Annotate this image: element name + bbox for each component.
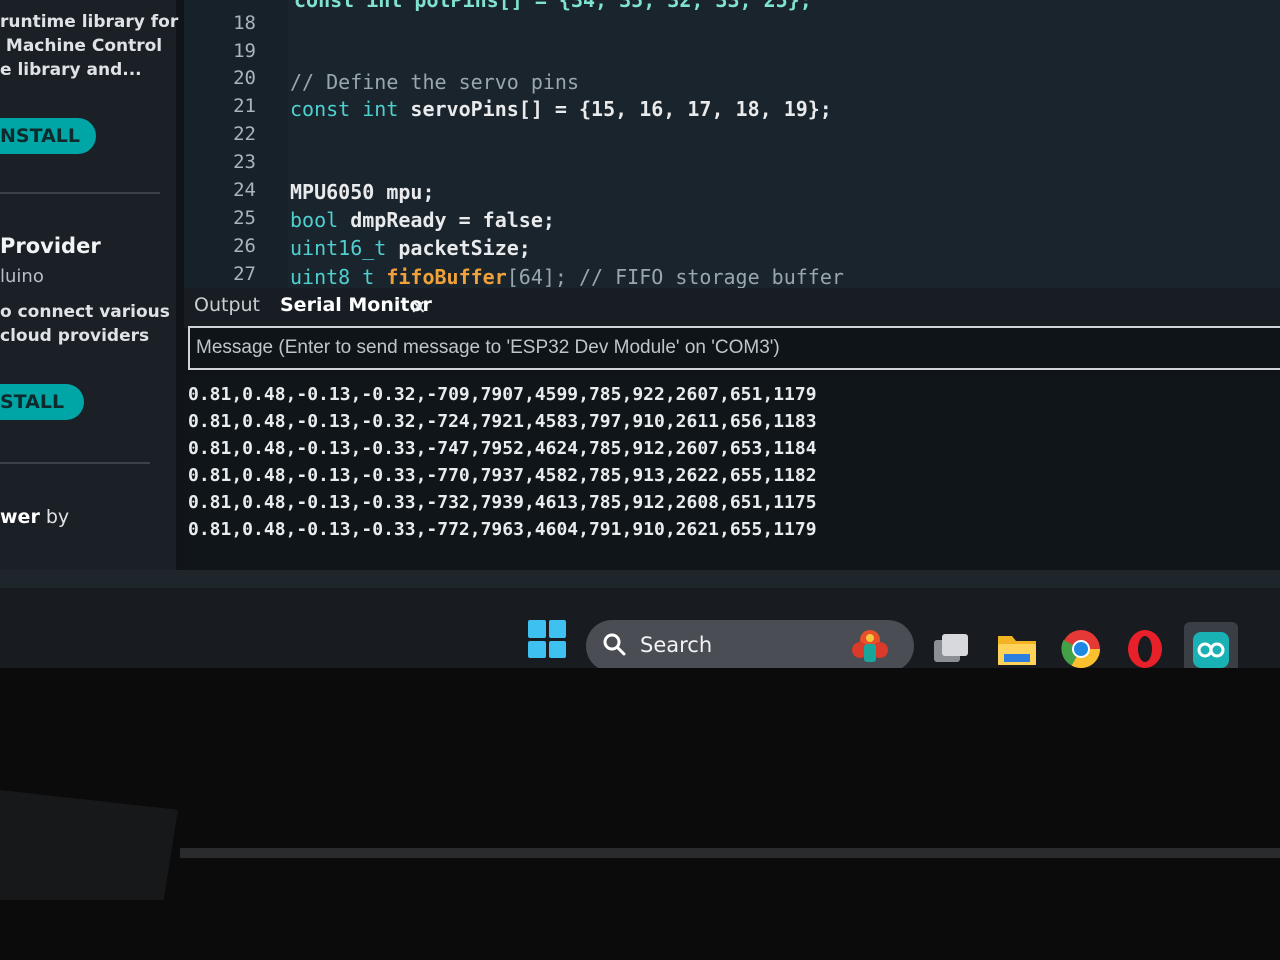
code-text: servoPins[] = {15, 16, 17, 18, 19}; (398, 97, 832, 121)
library-author-name: wer (0, 506, 40, 528)
code-line-20: // Define the servo pins (290, 70, 579, 94)
status-bar (0, 570, 1280, 588)
code-line-26: uint16_t packetSize; (290, 236, 531, 260)
line-number: 19 (233, 40, 256, 62)
code-keyword: uint16_t (290, 236, 387, 260)
code-line-25: bool dmpReady = false; (290, 208, 555, 232)
line-number: 18 (233, 12, 256, 34)
chrome-icon[interactable] (1060, 628, 1102, 670)
library-manager-sidebar: runtime library for Machine Control e li… (0, 0, 179, 580)
code-line-18: const int potPins[] = {34, 35, 32, 33, 2… (294, 0, 812, 12)
line-number: 22 (233, 123, 256, 145)
arduino-ide-icon (1193, 632, 1229, 668)
line-number: 23 (233, 151, 256, 173)
search-icon (603, 633, 626, 656)
divider (0, 192, 160, 194)
serial-output-line: 0.81,0.48,-0.13,-0.32,-709,7907,4599,785… (188, 384, 817, 405)
serial-output-line: 0.81,0.48,-0.13,-0.33,-732,7939,4613,785… (188, 492, 817, 513)
code-variable: fifoBuffer (374, 265, 507, 289)
code-line-21: const int servoPins[] = {15, 16, 17, 18,… (290, 97, 832, 121)
code-editor[interactable]: 18 19 20 21 22 23 24 25 26 27 const int … (184, 0, 1280, 289)
laptop-edge (180, 848, 1280, 858)
library-description: runtime library for Machine Control e li… (0, 12, 179, 80)
taskbar-search[interactable]: Search (586, 620, 914, 672)
code-keyword: uint8_t (290, 265, 375, 289)
search-highlight-icon (852, 630, 888, 662)
search-label: Search (640, 633, 713, 657)
code-keyword: const int (290, 97, 399, 121)
close-icon[interactable]: ✕ (410, 295, 427, 319)
line-number: 27 (233, 263, 256, 285)
laptop-screen: runtime library for Machine Control e li… (0, 0, 1280, 660)
install-button[interactable]: NSTALL (0, 118, 96, 154)
serial-output-line: 0.81,0.48,-0.13,-0.33,-770,7937,4582,785… (188, 465, 817, 486)
library-author: luino (0, 266, 44, 287)
windows-start-icon[interactable] (528, 620, 566, 658)
line-number-gutter: 18 19 20 21 22 23 24 25 26 27 (184, 0, 288, 288)
line-number: 26 (233, 235, 256, 257)
divider (0, 462, 150, 464)
code-line-24: MPU6050 mpu; (290, 180, 435, 204)
code-comment: [64]; // FIFO storage buffer (506, 265, 844, 289)
code-text: packetSize; (386, 236, 531, 260)
file-explorer-icon[interactable] (996, 628, 1038, 670)
line-number: 20 (233, 67, 256, 89)
bottom-panel-tabs: Output Serial Monitor ✕ (184, 288, 1280, 328)
line-number: 21 (233, 95, 256, 117)
line-number: 25 (233, 207, 256, 229)
serial-message-input[interactable] (188, 326, 1280, 370)
task-view-icon[interactable] (930, 628, 972, 670)
code-text: dmpReady = false; (338, 208, 555, 232)
library-author-suffix: by (39, 506, 70, 528)
install-button[interactable]: STALL (0, 384, 84, 420)
library-title: Provider (0, 234, 101, 258)
line-number: 24 (233, 179, 256, 201)
opera-icon[interactable] (1124, 628, 1166, 670)
windows-taskbar: Search (0, 588, 1280, 684)
serial-output-line: 0.81,0.48,-0.13,-0.32,-724,7921,4583,797… (188, 411, 817, 432)
serial-output-line: 0.81,0.48,-0.13,-0.33,-747,7952,4624,785… (188, 438, 817, 459)
serial-output-line: 0.81,0.48,-0.13,-0.33,-772,7963,4604,791… (188, 519, 817, 540)
library-description: o connect various cloud providers (0, 302, 170, 346)
library-author: wer by (0, 506, 69, 528)
serial-monitor-output: 0.81,0.48,-0.13,-0.32,-709,7907,4599,785… (184, 374, 1280, 570)
code-line-27: uint8_t fifoBuffer[64]; // FIFO storage … (290, 265, 844, 289)
code-keyword: bool (290, 208, 339, 232)
tab-output[interactable]: Output (194, 294, 260, 316)
laptop-bezel (0, 668, 1280, 960)
